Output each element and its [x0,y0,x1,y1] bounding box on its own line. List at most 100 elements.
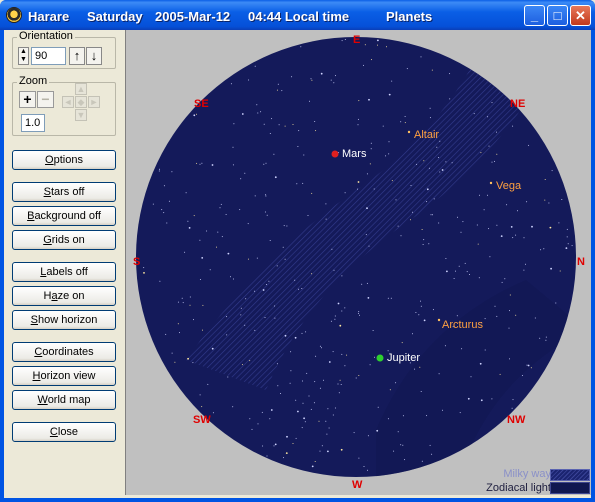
world-map-button[interactable]: World map [12,390,116,410]
pan-center-button[interactable]: ◆ [75,96,87,108]
background-star [358,457,360,459]
background-toggle-button[interactable]: Background off [12,206,116,226]
background-star [561,199,563,200]
grids-toggle-button[interactable]: Grids on [12,230,116,250]
background-star [438,157,440,158]
planet-mars-marker[interactable] [331,150,339,158]
background-star [284,125,286,127]
app-window: Harare Saturday 2005-Mar-12 04:44 Local … [0,0,595,502]
background-star [368,98,370,101]
stars-toggle-button[interactable]: Stars off [12,182,116,202]
background-star [326,433,328,435]
orientation-up-button[interactable]: ↑ [69,47,85,65]
pan-left-button[interactable]: ◄ [62,96,74,108]
background-star [421,460,423,462]
background-star [330,320,332,322]
background-star [420,305,422,307]
background-star [199,279,201,280]
background-star [480,399,483,402]
show-horizon-button[interactable]: Show horizon [12,310,116,330]
background-star [294,336,297,339]
labels-toggle-button[interactable]: Labels off [12,262,116,282]
background-star [391,80,393,82]
background-star [527,364,530,367]
pan-left-icon: ◄ [63,97,73,107]
background-star [430,214,432,216]
title-bar[interactable]: Harare Saturday 2005-Mar-12 04:44 Local … [0,0,595,30]
background-star [387,297,389,299]
background-star [330,79,332,81]
background-star [548,202,550,204]
orientation-spinner[interactable]: ▲ ▼ [18,47,29,65]
background-star [431,214,433,216]
pan-down-button[interactable]: ▼ [75,109,87,121]
orientation-down-button[interactable]: ↓ [86,47,102,65]
background-star [500,235,503,238]
background-star [487,116,489,118]
zoom-out-button[interactable]: − [37,91,54,108]
haze-toggle-button[interactable]: Haze on [12,286,116,306]
background-star [201,162,203,164]
background-star [302,182,304,184]
background-star [271,118,273,120]
background-star [461,348,463,350]
background-star [539,337,541,339]
zoom-input[interactable]: 1.0 [21,114,45,132]
zoom-in-button[interactable]: + [19,91,36,108]
background-star [389,389,391,391]
background-star [260,111,262,113]
maximize-button[interactable]: □ [547,5,568,26]
pan-right-icon: ► [89,97,99,107]
minimize-button[interactable]: _ [524,5,545,26]
background-star [496,315,498,317]
background-star [206,230,208,232]
background-star [159,280,161,282]
planet-jupiter-marker[interactable] [376,354,384,362]
background-star [244,172,246,174]
background-star [401,342,403,344]
background-star [212,412,214,414]
background-star [534,317,536,319]
background-star [265,162,267,164]
background-star [566,228,568,230]
background-star [166,222,168,224]
pan-up-button[interactable]: ▲ [75,83,87,95]
background-star [282,246,284,248]
background-star [328,361,331,363]
background-star [192,362,194,364]
background-star [274,443,277,446]
background-star [325,218,327,220]
title-mode: Planets [386,9,433,24]
close-window-button[interactable]: ✕ [570,5,591,26]
horizon-view-button[interactable]: Horizon view [12,366,116,386]
plus-icon: + [23,91,32,107]
background-star [545,339,547,341]
background-star [515,234,517,236]
options-button[interactable]: Options [12,150,116,170]
background-star [517,210,518,212]
background-star [286,435,288,438]
coordinates-button[interactable]: Coordinates [12,342,116,362]
background-star [240,307,242,309]
close-button[interactable]: Close [12,422,116,442]
background-star [283,457,285,459]
background-star [226,316,228,318]
background-star [184,251,186,253]
background-star [297,146,299,147]
background-star [269,240,271,241]
background-star [201,406,203,408]
background-star [363,64,364,66]
orientation-input[interactable]: 90 [31,47,66,65]
background-star [510,226,513,228]
background-star [371,59,372,61]
direction-sw: SW [193,414,211,426]
background-star [291,76,293,78]
sky-view[interactable]: E NE N NW W SW S SE Mars Jupiter Altair … [125,30,591,495]
background-star [366,282,368,284]
background-star [426,415,428,417]
background-star [357,124,359,126]
background-star [487,194,488,196]
pan-right-button[interactable]: ► [88,96,100,108]
background-star [478,277,480,279]
background-star [280,393,281,394]
